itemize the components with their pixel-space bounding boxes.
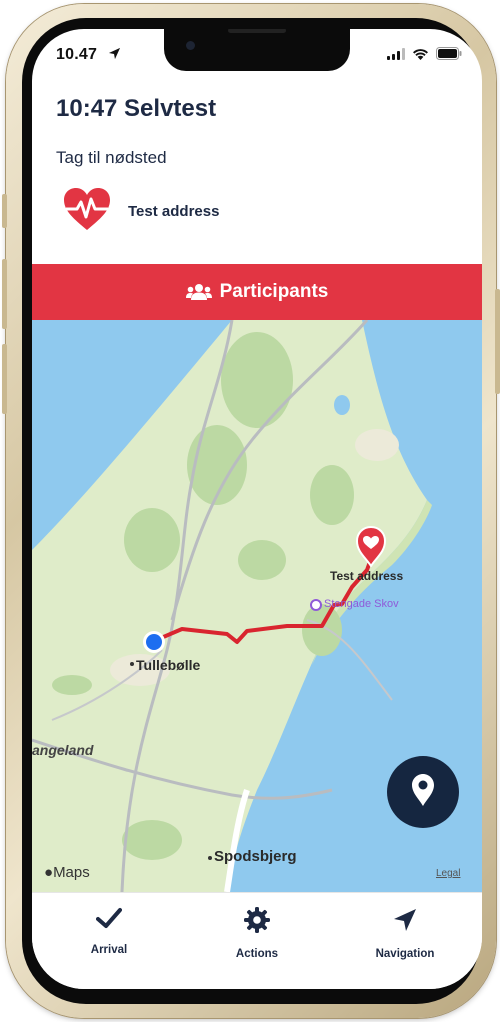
notch	[164, 29, 350, 71]
mute-switch	[2, 194, 7, 228]
participants-label: Participants	[219, 281, 329, 302]
volume-down-button	[2, 344, 7, 414]
participants-button[interactable]: Participants	[32, 264, 482, 320]
page-title: 10:47 Selvtest	[56, 95, 217, 122]
apple-logo-icon: ●	[44, 864, 54, 881]
location-fab-button[interactable]	[387, 756, 459, 828]
map-label-town-1: Tullebølle	[136, 657, 201, 673]
destination-pin-icon[interactable]	[354, 525, 388, 572]
power-button	[495, 289, 500, 394]
wifi-icon	[412, 47, 429, 65]
destination-name: Test address	[128, 203, 220, 220]
destination-row: Test address	[62, 187, 219, 236]
status-time: 10.47	[56, 46, 98, 63]
navigation-arrow-icon	[392, 907, 418, 938]
front-camera	[186, 41, 195, 50]
volume-up-button	[2, 259, 7, 329]
tab-navigation-label: Navigation	[375, 948, 435, 960]
subtitle: Tag til nødsted	[56, 148, 167, 167]
legal-link[interactable]: Legal	[436, 868, 460, 879]
map-label-poi: Stengade Skov	[324, 598, 399, 610]
checkmark-icon	[96, 907, 122, 934]
tab-actions-label: Actions	[235, 948, 279, 960]
map-label-destination: Test address	[330, 569, 404, 583]
map-label-town-2: Spodsbjerg	[214, 848, 297, 865]
map-label-region: angeland	[32, 742, 94, 758]
gear-icon	[244, 907, 270, 938]
battery-icon	[436, 47, 462, 65]
speaker	[228, 29, 286, 33]
users-icon	[185, 283, 212, 301]
tab-arrival-label: Arrival	[90, 944, 128, 956]
status-icons	[387, 47, 462, 65]
heart-pulse-icon	[62, 187, 112, 236]
tab-bar: Arrival Actions Navigation	[32, 892, 482, 989]
tab-navigation[interactable]: Navigation	[350, 907, 460, 960]
tab-actions[interactable]: Actions	[202, 907, 312, 960]
screen: 10.47 10:47 Selvtest Tag til nødsted Tes…	[32, 29, 482, 989]
location-arrow-icon	[108, 47, 121, 65]
signal-icon	[387, 47, 405, 65]
location-pin-icon	[410, 773, 436, 812]
apple-maps-attribution: ●Maps	[44, 864, 90, 881]
tab-arrival[interactable]: Arrival	[54, 907, 164, 956]
